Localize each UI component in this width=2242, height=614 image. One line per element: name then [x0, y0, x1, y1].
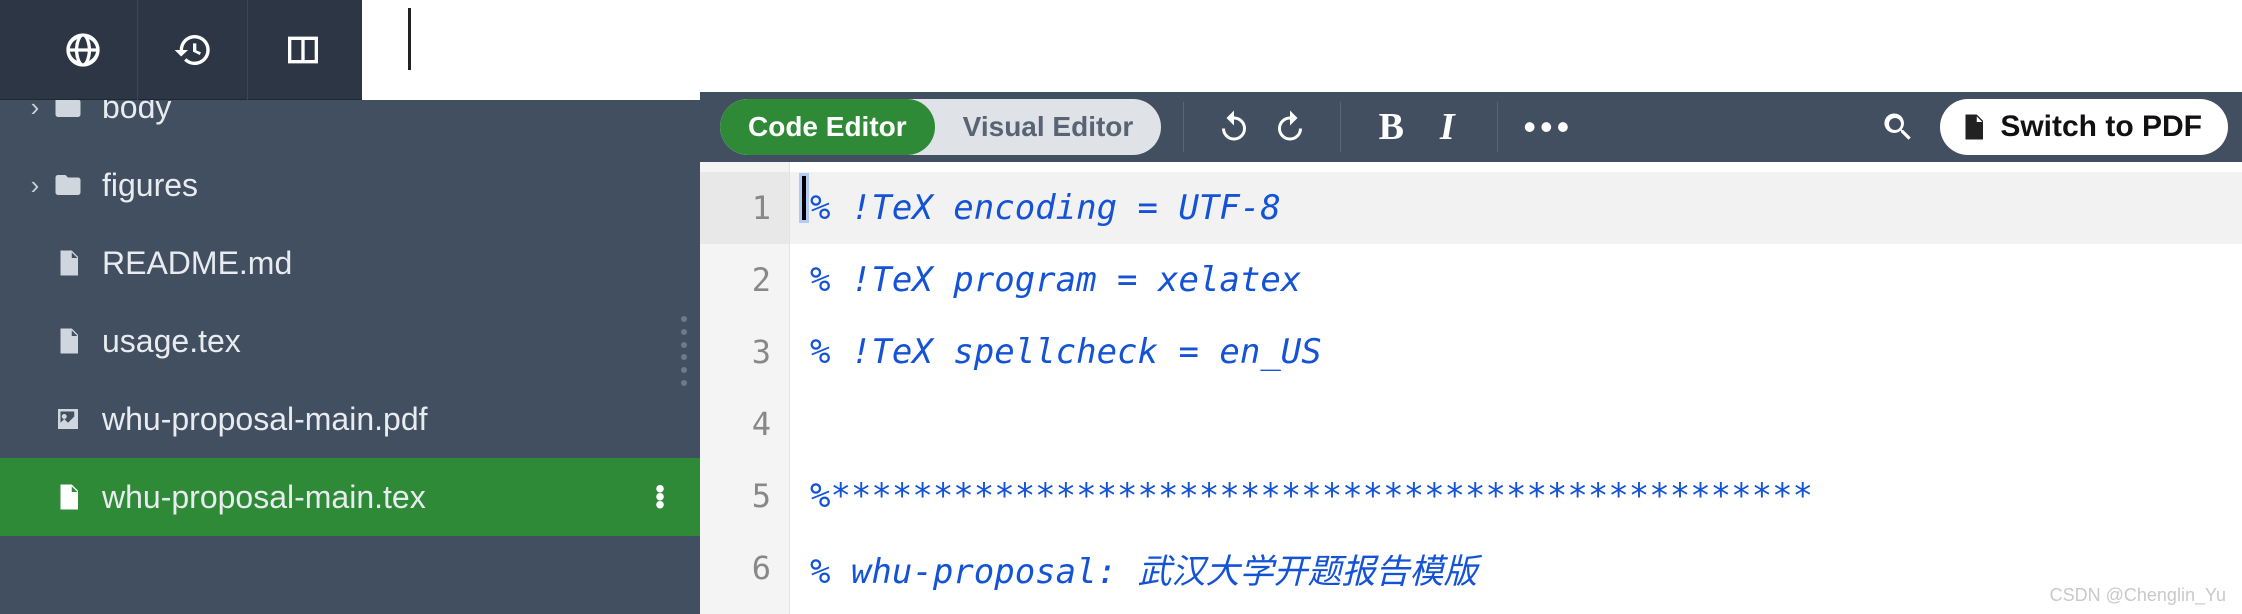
bold-button[interactable]: B: [1363, 99, 1419, 155]
line-number: 2: [700, 244, 789, 316]
line-number: 1: [700, 172, 789, 244]
mode-code-editor-button[interactable]: Code Editor: [720, 99, 935, 155]
more-menu-button[interactable]: •••: [1520, 99, 1576, 155]
chevron-right-icon: ›: [24, 170, 46, 201]
watermark-text: CSDN @Chenglin_Yu: [2050, 585, 2226, 606]
file-item-menu-button[interactable]: •••: [640, 485, 680, 509]
switch-to-pdf-label: Switch to PDF: [2000, 110, 2202, 144]
sidebar-resize-handle[interactable]: [674, 316, 694, 386]
image-icon: [50, 404, 86, 434]
line-number: 3: [700, 316, 789, 388]
code-line[interactable]: % !TeX encoding = UTF-8: [790, 172, 2242, 244]
file-icon: [50, 326, 86, 356]
code-line[interactable]: %***************************************…: [790, 460, 2242, 532]
file-tree-item[interactable]: › figures: [0, 146, 700, 224]
pdf-file-icon: [1958, 112, 1988, 142]
editor-panel: Code Editor Visual Editor B I ••• Switch…: [700, 0, 2242, 614]
file-tree-item[interactable]: › body: [0, 100, 700, 146]
text-cursor-mark: [408, 8, 411, 70]
code-line[interactable]: % !TeX program = xelatex: [790, 244, 2242, 316]
chevron-right-icon: ›: [24, 100, 46, 123]
split-view-icon[interactable]: [248, 0, 358, 100]
toolbar-separator: [1340, 102, 1341, 152]
history-icon[interactable]: [138, 0, 248, 100]
folder-icon: [50, 170, 86, 200]
code-line[interactable]: % whu-proposal: 武汉大学开题报告模版: [790, 532, 2242, 604]
file-tree-item[interactable]: whu-proposal-main.pdf: [0, 380, 700, 458]
file-tree-sidebar: › body › figures README.md usage.tex whu-propo…: [0, 100, 700, 614]
line-number: 5: [700, 460, 789, 532]
file-item-label: whu-proposal-main.pdf: [102, 401, 700, 438]
file-item-label: usage.tex: [102, 323, 700, 360]
file-tree-item[interactable]: usage.tex: [0, 302, 700, 380]
search-button[interactable]: [1870, 99, 1926, 155]
undo-button[interactable]: [1206, 99, 1262, 155]
editor-text-cursor: [802, 176, 806, 220]
left-top-toolbar: [0, 0, 362, 100]
globe-icon[interactable]: [28, 0, 138, 100]
editor-top-gap: [700, 0, 2242, 92]
code-line[interactable]: [790, 388, 2242, 460]
file-icon: [50, 248, 86, 278]
switch-to-pdf-button[interactable]: Switch to PDF: [1940, 99, 2228, 155]
file-item-label: whu-proposal-main.tex: [102, 479, 640, 516]
line-number: 6: [700, 532, 789, 604]
file-tree-item[interactable]: README.md: [0, 224, 700, 302]
folder-icon: [50, 100, 86, 122]
code-line[interactable]: % !TeX spellcheck = en_US: [790, 316, 2242, 388]
file-tree-item[interactable]: whu-proposal-main.tex•••: [0, 458, 700, 536]
code-editor-area[interactable]: 123456 % !TeX encoding = UTF-8% !TeX pro…: [700, 162, 2242, 614]
code-lines[interactable]: % !TeX encoding = UTF-8% !TeX program = …: [790, 162, 2242, 614]
line-number-gutter: 123456: [700, 162, 790, 614]
file-item-label: figures: [102, 167, 700, 204]
toolbar-separator: [1183, 102, 1184, 152]
italic-button[interactable]: I: [1419, 99, 1475, 155]
editor-toolbar: Code Editor Visual Editor B I ••• Switch…: [700, 92, 2242, 162]
mode-visual-editor-button[interactable]: Visual Editor: [935, 99, 1162, 155]
editor-mode-toggle: Code Editor Visual Editor: [720, 99, 1161, 155]
toolbar-separator: [1497, 102, 1498, 152]
file-item-label: README.md: [102, 245, 700, 282]
redo-button[interactable]: [1262, 99, 1318, 155]
line-number: 4: [700, 388, 789, 460]
file-icon: [50, 482, 86, 512]
file-item-label: body: [102, 100, 700, 126]
